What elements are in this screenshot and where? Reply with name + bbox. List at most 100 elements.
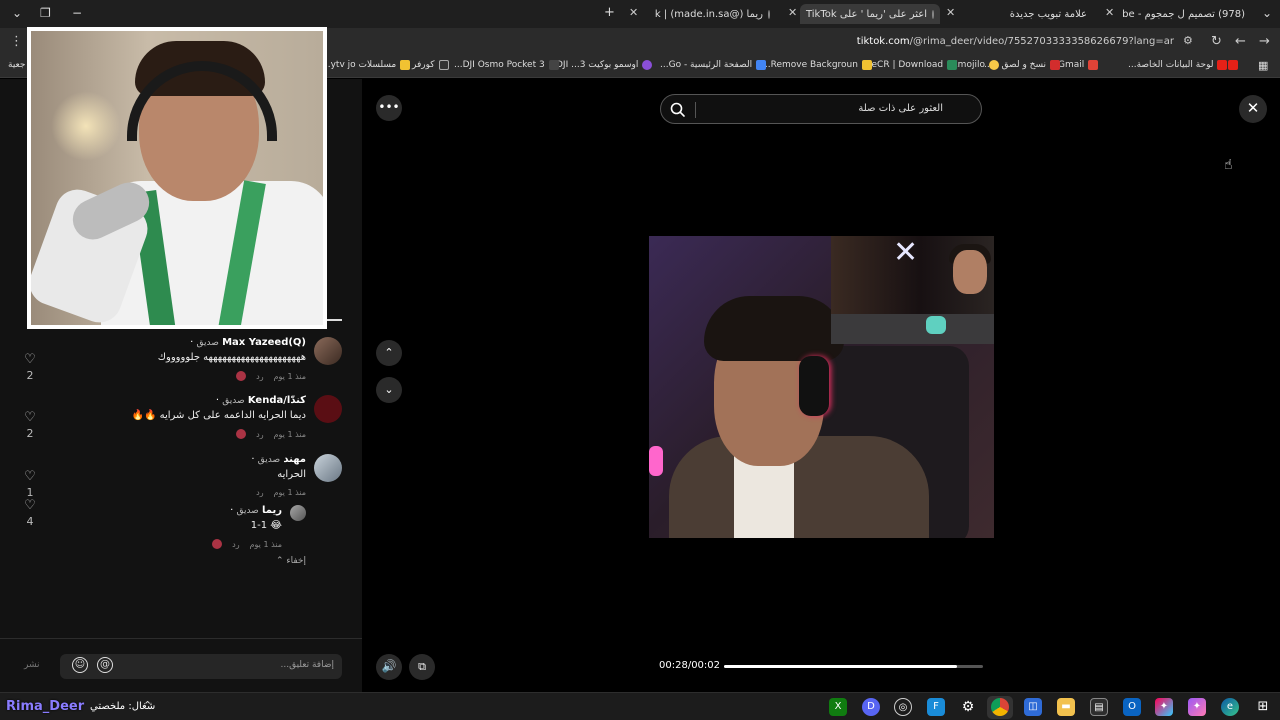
reply-button[interactable]: رد	[256, 430, 263, 439]
tiktok-icon	[932, 9, 934, 19]
app-icon[interactable]: ◫	[1024, 698, 1042, 716]
bookmark-series[interactable]: مسلسلات ytv jo...	[322, 60, 411, 70]
restore-window-icon[interactable]: ❐	[40, 6, 51, 20]
chevron-up-icon[interactable]: ⌃	[143, 699, 152, 712]
file-explorer-icon[interactable]: ▬	[1057, 698, 1075, 716]
friend-badge: صديق	[222, 396, 245, 406]
avatar[interactable]	[290, 505, 306, 521]
inset-person-face	[953, 250, 987, 294]
avatar[interactable]	[314, 454, 342, 482]
like-button[interactable]: ♡ 1	[22, 469, 38, 500]
like-count: 2	[26, 369, 34, 382]
comment-input[interactable]: إضافة تعليق... @ ☺	[60, 654, 342, 679]
outlook-icon[interactable]: O	[1123, 698, 1141, 716]
settings-icon[interactable]: ⚙	[959, 698, 977, 716]
lamp-glow	[51, 91, 121, 161]
discord-icon[interactable]: D	[862, 698, 880, 716]
site-settings-icon[interactable]: ⚙	[1183, 34, 1193, 47]
bookmark-label: لوحة البيانات الخاصة...	[1128, 60, 1214, 70]
bookmark-remove-bg[interactable]: Remove Backgroun...	[762, 60, 872, 70]
bookmark-label: FileCR | Download	[862, 60, 944, 70]
bookmark-gmail[interactable]: Gmail	[1058, 60, 1099, 70]
new-tab-button[interactable]: +	[604, 5, 615, 20]
reply-button[interactable]: رد	[232, 540, 239, 549]
copilot-icon[interactable]: ✦	[1155, 698, 1173, 716]
comment-body: كندّا/Kenda صديق · ديما الحرايه الداعمه …	[131, 395, 306, 439]
progress-bar[interactable]	[724, 665, 983, 668]
bookmark-society[interactable]: جعية	[8, 60, 25, 70]
menu-dots-icon[interactable]: ⋮	[10, 34, 23, 49]
back-arrow-icon[interactable]: ←	[1235, 34, 1246, 49]
picture-in-picture-button[interactable]: ⧉	[409, 654, 435, 680]
bookmark-korfer[interactable]: كورفر	[412, 60, 449, 70]
like-button[interactable]: ♡ 2	[22, 410, 38, 441]
like-button[interactable]: ♡ 2	[22, 353, 38, 383]
comment-author[interactable]: مهند	[283, 454, 306, 465]
edge-icon[interactable]: e	[1221, 698, 1239, 716]
bookmark-label: اوسمو بوكيت 3... DJI	[556, 60, 639, 70]
volume-button[interactable]: 🔊	[376, 654, 402, 680]
chevron-up-icon: ⌃	[275, 556, 284, 566]
video-frame[interactable]: ✕	[649, 236, 994, 538]
tab-new-tab[interactable]: علامة تبويب جديدة	[1010, 4, 1092, 24]
address-bar[interactable]: tiktok.com/@rima_deer/video/755270333335…	[857, 36, 1174, 47]
comment-text: الحرايه	[277, 469, 306, 480]
close-tab-icon[interactable]: ✕	[946, 6, 955, 19]
close-tab-icon[interactable]: ✕	[788, 6, 797, 19]
creator-liked-avatar	[212, 539, 223, 549]
bookmark-dashboard[interactable]: لوحة البيانات الخاصة...	[1128, 60, 1228, 70]
windows-start-icon[interactable]: ⊞	[1254, 698, 1272, 716]
headphones-icon	[799, 356, 829, 416]
reply-button[interactable]: رد	[256, 372, 263, 381]
bookmark-google-home[interactable]: الصفحة الرئيسية - Go...	[660, 60, 767, 70]
reload-icon[interactable]: ↻	[1211, 34, 1222, 49]
tab-made-in-sa[interactable]: ريما (@made.in.sa) | TikTok	[655, 4, 770, 24]
post-button[interactable]: نشر	[24, 660, 40, 670]
more-options-button[interactable]: •••	[376, 95, 402, 121]
google-drive-icon	[756, 60, 767, 70]
store-icon[interactable]: ▤	[1090, 698, 1108, 716]
windows-taskbar: Rima_Deer شغال: ملخصتي ⌃ X D ◎ F ⚙ ◫ ▬ ▤…	[0, 692, 1280, 720]
bookmark-dji-osmo[interactable]: DJI Osmo Pocket 3...	[454, 60, 559, 70]
heart-icon: ♡	[24, 469, 36, 484]
search-icon[interactable]	[669, 101, 687, 119]
comment-author[interactable]: ريما	[262, 505, 282, 516]
tab-list-icon[interactable]: ⌄	[1262, 6, 1272, 20]
close-tab-icon[interactable]: ✕	[629, 6, 638, 19]
remove-bg-icon	[861, 60, 872, 70]
tab-search-rima[interactable]: اعثر على 'ريما ' على TikTok	[800, 4, 940, 24]
apps-grid-icon[interactable]: ▦	[1258, 59, 1268, 72]
picture-in-picture-inset: ✕	[831, 236, 994, 344]
bookmark-filecr[interactable]: FileCR | Download	[862, 60, 958, 70]
steam-icon[interactable]: ◎	[894, 698, 912, 716]
tab-search-icon[interactable]: ⌄	[12, 6, 22, 20]
emoji-icon[interactable]: ☺	[72, 657, 88, 673]
next-video-button[interactable]: ⌄	[376, 377, 402, 403]
reply-button[interactable]: رد	[256, 488, 263, 497]
bookmark-dji-osmo-ar[interactable]: اوسمو بوكيت 3... DJI	[556, 60, 653, 70]
close-video-button[interactable]: ✕	[1239, 95, 1267, 123]
forward-arrow-icon[interactable]: →	[1259, 34, 1270, 49]
avatar[interactable]	[314, 337, 342, 365]
bookmark-youtube[interactable]	[1228, 60, 1238, 70]
copilot-app-icon[interactable]: ✦	[1188, 698, 1206, 716]
dji-icon	[548, 60, 559, 70]
comment-author[interactable]: Max Yazeed(Q)	[222, 337, 306, 348]
close-tab-icon[interactable]: ✕	[1105, 6, 1114, 19]
hide-replies-button[interactable]: إخفاء ⌃	[276, 556, 306, 566]
webcam-overlay	[27, 27, 327, 329]
bookmark-emojilo[interactable]: Emojilo	[952, 60, 999, 70]
previous-video-button[interactable]: ⌃	[376, 340, 402, 366]
related-search-box[interactable]: العثور على ذات صلة	[660, 94, 982, 124]
comment-time: منذ 1 يوم	[273, 488, 306, 497]
like-button[interactable]: ♡ 4	[22, 499, 38, 529]
avatar[interactable]	[314, 395, 342, 423]
chrome-icon[interactable]	[991, 698, 1009, 716]
heart-icon: ♡	[24, 410, 36, 425]
comment-author[interactable]: كندّا/Kenda	[248, 395, 306, 406]
tab-youtube[interactable]: (978) تصميم ل جمجوم - YouTube	[1122, 4, 1250, 24]
minimize-window-icon[interactable]: −	[72, 6, 82, 20]
xbox-icon[interactable]: X	[829, 698, 847, 716]
finder-icon[interactable]: F	[927, 698, 945, 716]
mention-icon[interactable]: @	[97, 657, 113, 673]
